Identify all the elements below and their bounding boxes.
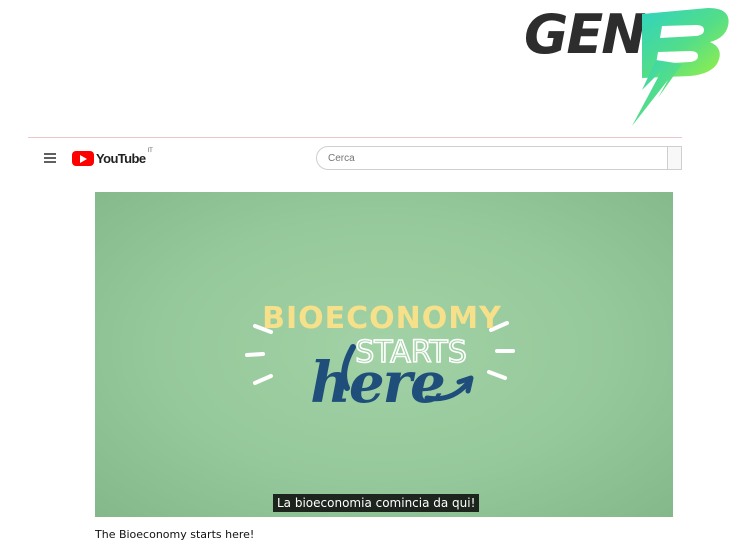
search-button[interactable] (668, 146, 682, 170)
genb-logo-b-mark (632, 8, 729, 126)
video-title-art: BIOECONOMY STARTS here (245, 301, 515, 416)
header-divider (28, 137, 682, 138)
search-input[interactable] (316, 146, 668, 170)
genb-logo: GEN (520, 0, 738, 130)
art-here: here (310, 350, 444, 416)
youtube-play-icon (72, 150, 94, 166)
video-player[interactable]: BIOECONOMY STARTS here (95, 192, 673, 517)
video-subtitle: La bioeconomia comincia da qui! (273, 494, 480, 512)
youtube-logo-text: YouTube (96, 150, 146, 166)
video-title[interactable]: The Bioeconomy starts here! (95, 528, 254, 541)
country-code: IT (147, 148, 153, 154)
youtube-header: YouTube IT (28, 139, 682, 179)
art-bioeconomy: BIOECONOMY (262, 301, 502, 336)
hamburger-menu-icon[interactable] (44, 153, 56, 163)
youtube-logo[interactable]: YouTube IT (72, 148, 153, 167)
